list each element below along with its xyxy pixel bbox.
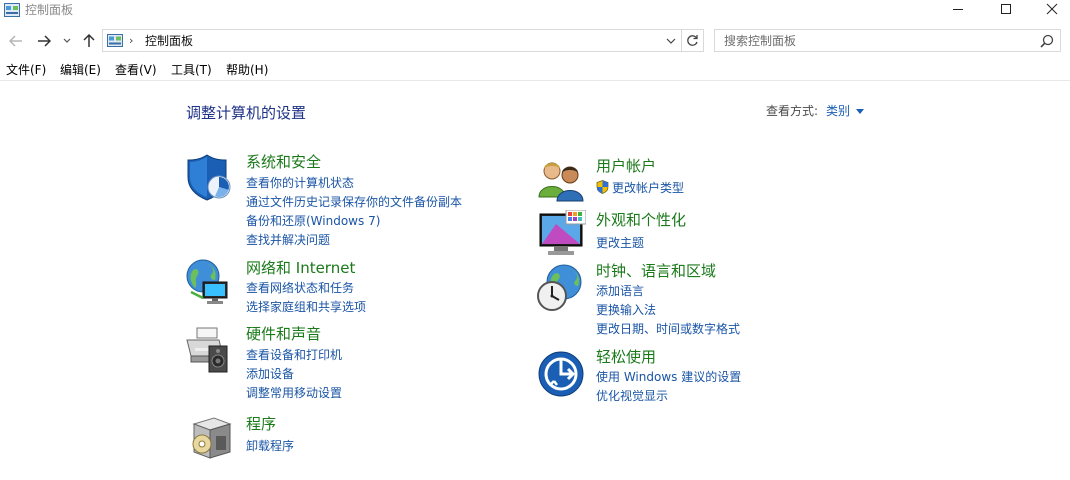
menu-file[interactable]: 文件(F) xyxy=(6,62,46,78)
address-bar[interactable]: › 控制面板 xyxy=(102,29,682,52)
menu-tools[interactable]: 工具(T) xyxy=(171,62,212,78)
link-add-device[interactable]: 添加设备 xyxy=(246,366,294,382)
category-hardware-sound[interactable]: 硬件和声音 xyxy=(246,324,321,344)
category-appearance[interactable]: 外观和个性化 xyxy=(596,210,686,230)
window-title: 控制面板 xyxy=(25,3,74,17)
up-arrow-icon xyxy=(83,34,95,47)
link-troubleshoot[interactable]: 查找并解决问题 xyxy=(246,232,330,248)
refresh-button[interactable] xyxy=(682,29,704,52)
link-homegroup-sharing[interactable]: 选择家庭组和共享选项 xyxy=(246,299,366,315)
link-uninstall-program[interactable]: 卸载程序 xyxy=(246,438,294,454)
maximize-button[interactable] xyxy=(983,0,1029,18)
view-by: 查看方式: 类别 xyxy=(766,103,865,119)
recent-locations-button[interactable] xyxy=(61,32,73,50)
link-date-time-format[interactable]: 更改日期、时间或数字格式 xyxy=(596,321,740,337)
shield-icon[interactable] xyxy=(185,153,233,201)
link-optimize-display[interactable]: 优化视觉显示 xyxy=(596,388,668,404)
search-icon[interactable] xyxy=(1040,34,1054,48)
link-change-account-type-label: 更改帐户类型 xyxy=(612,181,685,195)
uac-shield-icon xyxy=(596,180,609,194)
back-button[interactable] xyxy=(6,32,26,50)
link-mobility-settings[interactable]: 调整常用移动设置 xyxy=(246,385,342,401)
maximize-icon xyxy=(1001,4,1011,14)
minimize-icon xyxy=(953,9,963,10)
control-panel-icon xyxy=(4,3,20,17)
category-ease-of-access[interactable]: 轻松使用 xyxy=(596,347,656,367)
chevron-down-icon xyxy=(63,38,71,43)
close-button[interactable] xyxy=(1029,0,1070,18)
search-box[interactable]: 搜索控制面板 xyxy=(714,29,1061,52)
link-file-history-backup[interactable]: 通过文件历史记录保存你的文件备份副本 xyxy=(246,194,462,210)
menu-help[interactable]: 帮助(H) xyxy=(226,62,268,78)
close-icon xyxy=(1046,3,1058,15)
refresh-icon xyxy=(687,35,698,46)
control-panel-icon xyxy=(107,34,123,47)
link-change-theme[interactable]: 更改主题 xyxy=(596,235,644,251)
link-backup-restore[interactable]: 备份和还原(Windows 7) xyxy=(246,213,380,229)
category-system-security[interactable]: 系统和安全 xyxy=(246,152,321,172)
view-by-dropdown[interactable]: 类别 xyxy=(826,104,850,118)
ease-of-access-icon[interactable] xyxy=(538,351,586,399)
search-input[interactable]: 搜索控制面板 xyxy=(724,33,796,49)
up-button[interactable] xyxy=(80,32,98,50)
menu-edit[interactable]: 编辑(E) xyxy=(60,62,101,78)
link-change-input-method[interactable]: 更换输入法 xyxy=(596,302,656,318)
category-user-accounts[interactable]: 用户帐户 xyxy=(596,156,656,176)
link-devices-printers[interactable]: 查看设备和打印机 xyxy=(246,347,342,363)
programs-icon[interactable] xyxy=(188,414,236,462)
title-bar: 控制面板 xyxy=(0,0,1070,22)
breadcrumb-separator[interactable]: › xyxy=(129,34,133,47)
appearance-monitor-icon[interactable] xyxy=(538,210,586,258)
clock-globe-icon[interactable] xyxy=(536,264,584,312)
link-add-language[interactable]: 添加语言 xyxy=(596,283,644,299)
page-title: 调整计算机的设置 xyxy=(186,104,307,122)
category-clock-region[interactable]: 时钟、语言和区域 xyxy=(596,261,716,281)
caret-down-icon[interactable] xyxy=(856,109,865,114)
view-by-label: 查看方式: xyxy=(766,104,819,118)
printer-speaker-icon[interactable] xyxy=(185,326,233,374)
link-change-account-type[interactable]: 更改帐户类型 xyxy=(596,180,684,196)
menu-view[interactable]: 查看(V) xyxy=(115,62,157,78)
forward-button[interactable] xyxy=(34,32,54,50)
user-accounts-icon[interactable] xyxy=(538,157,586,205)
network-globe-icon[interactable] xyxy=(185,258,233,306)
category-programs[interactable]: 程序 xyxy=(246,414,276,434)
menu-bar: 文件(F) 编辑(E) 查看(V) 工具(T) 帮助(H) xyxy=(0,61,1070,81)
forward-arrow-icon xyxy=(38,35,51,47)
link-view-computer-status[interactable]: 查看你的计算机状态 xyxy=(246,175,354,191)
chevron-down-icon[interactable] xyxy=(665,35,677,47)
back-arrow-icon xyxy=(9,35,22,47)
category-network-internet[interactable]: 网络和 Internet xyxy=(246,258,355,278)
minimize-button[interactable] xyxy=(935,0,981,18)
link-recommended-settings[interactable]: 使用 Windows 建议的设置 xyxy=(596,369,741,385)
breadcrumb-control-panel[interactable]: 控制面板 xyxy=(145,33,193,49)
link-network-status[interactable]: 查看网络状态和任务 xyxy=(246,280,354,296)
